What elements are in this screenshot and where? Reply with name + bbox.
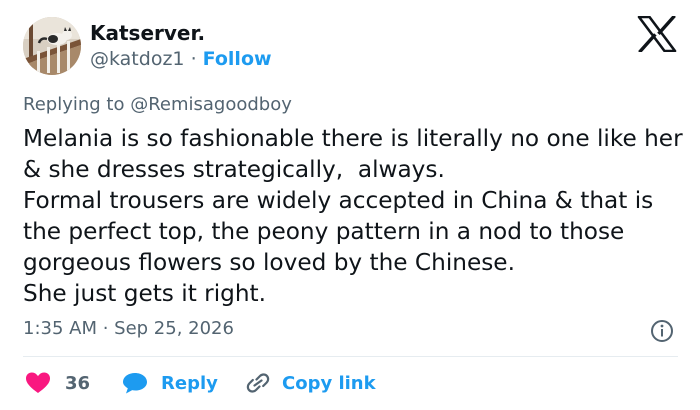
copy-link-label: Copy link bbox=[282, 372, 376, 394]
speech-bubble-icon bbox=[123, 373, 147, 394]
like-button[interactable]: 36 bbox=[25, 368, 90, 398]
link-icon bbox=[246, 373, 270, 393]
replying-mention[interactable]: @Remisagoodboy bbox=[130, 94, 292, 115]
tweet-timestamp[interactable]: 1:35 AM · Sep 25, 2026 bbox=[23, 318, 234, 339]
reply-label: Reply bbox=[161, 372, 218, 394]
author-handle[interactable]: @katdoz1 bbox=[90, 48, 185, 70]
replying-prefix: Replying to bbox=[23, 94, 125, 115]
follow-button[interactable]: Follow bbox=[203, 48, 272, 70]
cat-avatar-image bbox=[23, 17, 81, 75]
info-icon[interactable] bbox=[650, 319, 674, 343]
author-handle-row: @katdoz1 · Follow bbox=[90, 48, 272, 70]
avatar[interactable] bbox=[23, 17, 81, 75]
replying-to: Replying to @Remisagoodboy bbox=[23, 94, 292, 115]
divider bbox=[23, 356, 678, 357]
author-name[interactable]: Katserver. bbox=[90, 21, 205, 45]
reply-button[interactable]: Reply bbox=[122, 368, 218, 398]
copy-link-button[interactable]: Copy link bbox=[245, 368, 376, 398]
like-count: 36 bbox=[65, 372, 91, 394]
handle-separator: · bbox=[190, 48, 197, 70]
tweet-text: Melania is so fashionable there is liter… bbox=[23, 125, 683, 308]
heart-icon bbox=[26, 372, 50, 393]
x-logo-icon[interactable] bbox=[637, 16, 677, 52]
action-bar: 36 Reply Copy link bbox=[23, 368, 683, 398]
